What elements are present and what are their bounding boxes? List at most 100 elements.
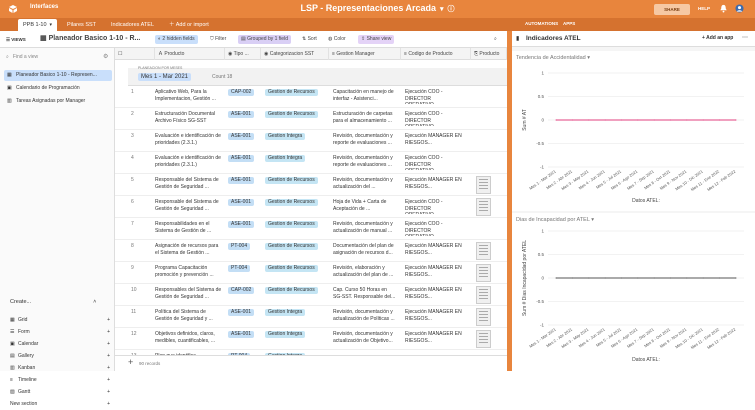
cell-tipo[interactable]: CAP-002 [228,287,256,302]
attachment-thumbnail[interactable] [476,198,491,216]
attachment-thumbnail[interactable] [476,264,491,282]
tab-ppb-1-10[interactable]: PPB 1-10 ▾ [18,19,58,31]
cell-producto[interactable]: Política del Sistema de Gestión de Segur… [155,309,223,324]
table-row[interactable]: 8 Asignación de recursos para el Sistema … [115,240,507,262]
sidebar-item-calendario[interactable]: ▣ Calendario de Programación [4,83,112,94]
cell-tipo[interactable]: ASE-001 [228,133,256,148]
column-header-tipo[interactable]: ◉ Tipo ... [225,48,261,60]
column-header-categorizacion[interactable]: ◉ Categorizacion SST [261,48,329,60]
cell-tipo[interactable]: ASE-001 [228,221,256,236]
create-calendar[interactable]: ▣ Calendar + [10,338,110,350]
create-grid[interactable]: ▦ Grid + [10,314,110,326]
base-title[interactable]: LSP - Representaciones Arcada ▾ ⓘ [0,3,755,14]
add-or-import-button[interactable]: ＋ Add or import [164,19,214,31]
cell-producto[interactable]: Asignación de recursos para el Sistema d… [155,243,223,258]
cell-tipo[interactable]: ASE-001 [228,155,256,170]
cell-categorizacion[interactable]: Gestion de Recursos [265,177,323,192]
cell-tipo[interactable]: ASE-001 [228,331,256,346]
create-kanban[interactable]: ▥ Kanban + [10,362,110,374]
help-button[interactable]: HELP [698,6,710,11]
cell-producto[interactable]: Programa Capacitación promoción y preven… [155,265,223,280]
attachment-thumbnail[interactable] [476,308,491,326]
share-button[interactable]: SHARE [654,4,690,15]
cell-codigo[interactable]: Ejecución MANAGER EN RIESGOS... [405,177,465,192]
cell-codigo[interactable]: Ejecución COO - DIRECTOR OPERATIVO... [405,111,465,126]
apps-button[interactable]: APPS [563,21,575,26]
table-row[interactable]: 9 Programa Capacitación promoción y preve… [115,262,507,284]
tab-pilares-sst[interactable]: Pilares SST [62,19,101,31]
attachment-thumbnail[interactable] [476,330,491,348]
cell-gestion-manager[interactable]: Revisión, documentación y actualización … [333,221,397,236]
airtable-logo-icon[interactable] [8,4,18,14]
table-row[interactable]: 5 Responsable del Sistema de Gestión de S… [115,174,507,196]
table-row[interactable]: 4 Evaluación e identificación de priorida… [115,152,507,174]
table-row[interactable]: 1 Aplicativo Web, Para la Implementacion,… [115,86,507,108]
cell-producto[interactable]: Evaluación e identificación de prioridad… [155,133,223,148]
cell-codigo[interactable]: Ejecución COO - DIRECTOR OPERATIVO... [405,199,465,214]
cell-categorizacion[interactable]: Gestion Integra [265,309,323,324]
column-header-gestion-manager[interactable]: ≡ Gestion Manager [329,48,401,60]
cell-gestion-manager[interactable]: Cap. Curso 50 Horas en SG-SST. Responsab… [333,287,397,302]
cell-categorizacion[interactable]: Gestion de Recursos [265,111,323,126]
cell-gestion-manager[interactable]: Revisión, elaboración y actualización de… [333,265,397,280]
cell-producto[interactable]: Responsables del Sistema de Gestión de S… [155,287,223,302]
table-row[interactable]: 7 Responsabilidades en el Sistema de Gest… [115,218,507,240]
more-icon[interactable]: ⋯ [742,34,748,41]
interfaces-link[interactable]: Interfaces [30,4,58,10]
hidden-fields-button[interactable]: ◐ 2 hidden fields [155,35,198,44]
create-gallery[interactable]: ▤ Gallery + [10,350,110,362]
cell-tipo[interactable]: PT-004 [228,243,256,258]
create-timeline[interactable]: ≡ Timeline + [10,374,110,386]
cell-gestion-manager[interactable]: Revisión, documentación y actualización … [333,309,397,324]
cell-producto[interactable]: Objetivos definidos, claros, medibles, c… [155,331,223,346]
cell-gestion-manager[interactable]: Revisión, documentación y reporte de eva… [333,133,397,148]
attachment-thumbnail[interactable] [476,286,491,304]
create-form[interactable]: ☰ Form + [10,326,110,338]
cell-categorizacion[interactable]: Gestion Integra [265,133,323,148]
cell-categorizacion[interactable]: Gestion de Recursos [265,89,323,104]
color-button[interactable]: ◍ Color [328,35,346,44]
info-icon[interactable]: ⓘ [448,4,455,14]
cell-producto[interactable]: Evaluación e identificación de prioridad… [155,155,223,170]
cell-categorizacion[interactable]: Gestion de Recursos [265,199,323,214]
column-header-codigo[interactable]: ≡ Codigo de Producto [401,48,471,60]
avatar[interactable] [735,4,744,13]
cell-categorizacion[interactable]: Gestion de Recursos [265,221,323,236]
sort-button[interactable]: ⇅ Sort [302,35,317,44]
cell-categorizacion[interactable]: Gestion Integra [265,155,323,170]
automations-button[interactable]: AUTOMATIONS [525,21,558,26]
cell-codigo[interactable]: Ejecución COO - DIRECTOR OPERATIVO... [405,221,465,236]
cell-codigo[interactable]: Ejecución MANAGER EN RIESGOS... [405,309,465,324]
cell-gestion-manager[interactable]: Capacitación en manejo de interfaz - Asi… [333,89,397,104]
cell-gestion-manager[interactable]: Hoja de Vida + Carta de Aceptación de ..… [333,199,397,214]
cell-codigo[interactable]: Ejecución MANAGER EN RIESGOS... [405,331,465,346]
table-row[interactable]: 6 Responsable del Sistema de Gestión de S… [115,196,507,218]
cell-categorizacion[interactable]: Gestion de Recursos [265,265,323,280]
cell-gestion-manager[interactable]: Revisión, documentación y reporte de eva… [333,155,397,170]
gear-icon[interactable]: ⚙ [103,53,108,60]
create-view-header[interactable]: Create... ˄ [10,299,96,305]
cell-codigo[interactable]: Ejecución MANAGER EN RIESGOS... [405,265,465,280]
cell-codigo[interactable]: Ejecución MANAGER EN RIESGOS... [405,287,465,302]
cell-producto[interactable]: Aplicativo Web, Para la Implementacion, … [155,89,223,104]
cell-producto[interactable]: Responsable del Sistema de Gestión de Se… [155,199,223,214]
cell-categorizacion[interactable]: Gestion Integra [265,331,323,346]
search-icon[interactable]: ⌕ [494,35,497,44]
create-gantt[interactable]: ▧ Gantt + [10,386,110,398]
add-record-button[interactable]: + [128,357,133,367]
create-new-section[interactable]: New section + [10,398,110,410]
chevron-down-icon[interactable]: ▾ [50,22,53,28]
table-row[interactable]: 3 Evaluación e identificación de priorida… [115,130,507,152]
select-all-checkbox[interactable]: ☐ [115,48,155,60]
cell-codigo[interactable]: Ejecución MANAGER EN RIESGOS... [405,243,465,258]
bell-icon[interactable] [719,4,728,13]
add-app-button[interactable]: + Add an app [702,35,733,41]
cell-categorizacion[interactable]: Gestion de Recursos [265,287,323,302]
table-row[interactable]: 2 Estructuración Documental Archivo Físic… [115,108,507,130]
find-view-input[interactable]: ⌕ Find a view [6,54,38,60]
cell-tipo[interactable]: PT-004 [228,265,256,280]
share-view-button[interactable]: ⇪ Share view [358,35,395,44]
cell-tipo[interactable]: CAP-002 [228,89,256,104]
cell-tipo[interactable]: ASE-001 [228,177,256,192]
attachment-thumbnail[interactable] [476,176,491,194]
